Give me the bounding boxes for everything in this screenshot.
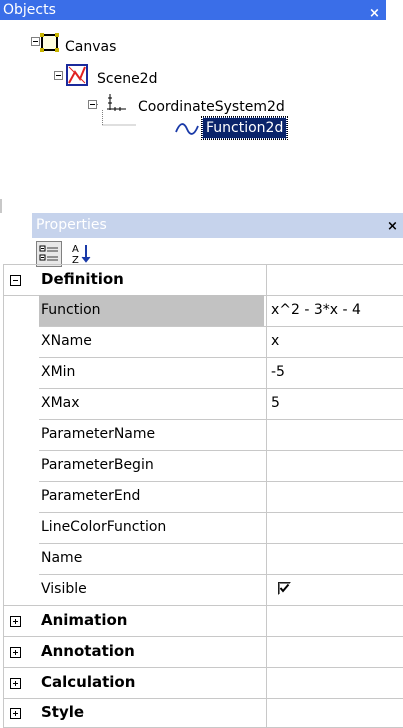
style-expand-toggle[interactable] xyxy=(10,708,21,719)
category-label: Animation xyxy=(41,611,128,629)
category-definition[interactable]: Definition xyxy=(3,264,403,295)
name-value-field[interactable] xyxy=(268,543,403,574)
xmin-value-field[interactable]: -5 xyxy=(268,357,403,388)
properties-titlebar: Properties × xyxy=(32,213,403,238)
coordinate-system-icon xyxy=(107,94,126,111)
property-row-parameterbegin[interactable]: ParameterBegin xyxy=(3,450,403,481)
visible-value-field[interactable] xyxy=(268,574,403,605)
property-row-name[interactable]: Name xyxy=(3,543,403,574)
property-name: LineColorFunction xyxy=(41,519,167,535)
category-annotation[interactable]: Annotation xyxy=(3,636,403,667)
close-icon[interactable]: × xyxy=(369,7,380,20)
tree-node-coordinate-system2d[interactable]: CoordinateSystem2d xyxy=(138,97,285,117)
scene2d-collapse-toggle[interactable] xyxy=(54,71,63,80)
category-animation[interactable]: Animation xyxy=(3,605,403,636)
property-name: Visible xyxy=(41,581,87,597)
category-label: Definition xyxy=(41,270,124,288)
category-label: Calculation xyxy=(41,673,136,691)
tree-node-canvas[interactable]: Canvas xyxy=(65,37,116,57)
function-curve-icon xyxy=(175,123,199,135)
visible-checkbox[interactable] xyxy=(278,582,291,595)
tree-node-scene2d[interactable]: Scene2d xyxy=(97,69,157,89)
category-label: Style xyxy=(41,703,85,721)
property-name: Name xyxy=(41,550,83,566)
property-name: ParameterBegin xyxy=(41,457,154,473)
property-row-parametername[interactable]: ParameterName xyxy=(3,419,403,450)
definition-collapse-toggle[interactable] xyxy=(10,275,21,286)
property-name: ParameterName xyxy=(41,426,156,442)
category-label: Annotation xyxy=(41,642,135,660)
scene2d-icon xyxy=(66,64,88,86)
canvas-collapse-toggle[interactable] xyxy=(31,37,40,46)
annotation-expand-toggle[interactable] xyxy=(10,647,21,658)
property-row-xmax[interactable]: XMax 5 xyxy=(3,388,403,419)
property-name: XMin xyxy=(41,364,76,380)
property-row-parameterend[interactable]: ParameterEnd xyxy=(3,481,403,512)
linecolorfunction-value-field[interactable] xyxy=(268,512,403,543)
property-name: Function xyxy=(39,295,264,326)
property-row-linecolorfunction[interactable]: LineColorFunction xyxy=(3,512,403,543)
property-name: ParameterEnd xyxy=(41,488,141,504)
objects-panel: Objects × Canvas Scene2d CoordinateSyste… xyxy=(0,0,403,213)
animation-expand-toggle[interactable] xyxy=(10,616,21,627)
tree-node-function2d[interactable]: Function2d xyxy=(200,116,289,140)
parametername-value-field[interactable] xyxy=(268,419,403,450)
properties-title: Properties xyxy=(36,217,107,233)
property-row-xname[interactable]: XName x xyxy=(3,326,403,357)
property-row-visible[interactable]: Visible xyxy=(3,574,403,605)
category-calculation[interactable]: Calculation xyxy=(3,667,403,698)
xname-value-field[interactable]: x xyxy=(268,326,403,357)
property-row-function[interactable]: Function x^2 - 3*x - 4 xyxy=(3,295,403,326)
objects-titlebar: Objects × xyxy=(0,0,386,20)
canvas-icon xyxy=(40,33,59,52)
property-row-xmin[interactable]: XMin -5 xyxy=(3,357,403,388)
property-name: XMax xyxy=(41,395,80,411)
function-value-field[interactable]: x^2 - 3*x - 4 xyxy=(268,295,403,326)
coordinate-system-collapse-toggle[interactable] xyxy=(88,100,97,109)
close-icon[interactable]: × xyxy=(387,220,398,233)
svg-text:A: A xyxy=(72,244,79,255)
objects-title: Objects xyxy=(3,2,56,18)
property-name: XName xyxy=(41,333,92,349)
panel-splitter[interactable] xyxy=(0,199,2,213)
calculation-expand-toggle[interactable] xyxy=(10,678,21,689)
parameterbegin-value-field[interactable] xyxy=(268,450,403,481)
checkmark-icon xyxy=(279,583,290,593)
category-style[interactable]: Style xyxy=(3,698,403,727)
xmax-value-field[interactable]: 5 xyxy=(268,388,403,419)
parameterend-value-field[interactable] xyxy=(268,481,403,512)
